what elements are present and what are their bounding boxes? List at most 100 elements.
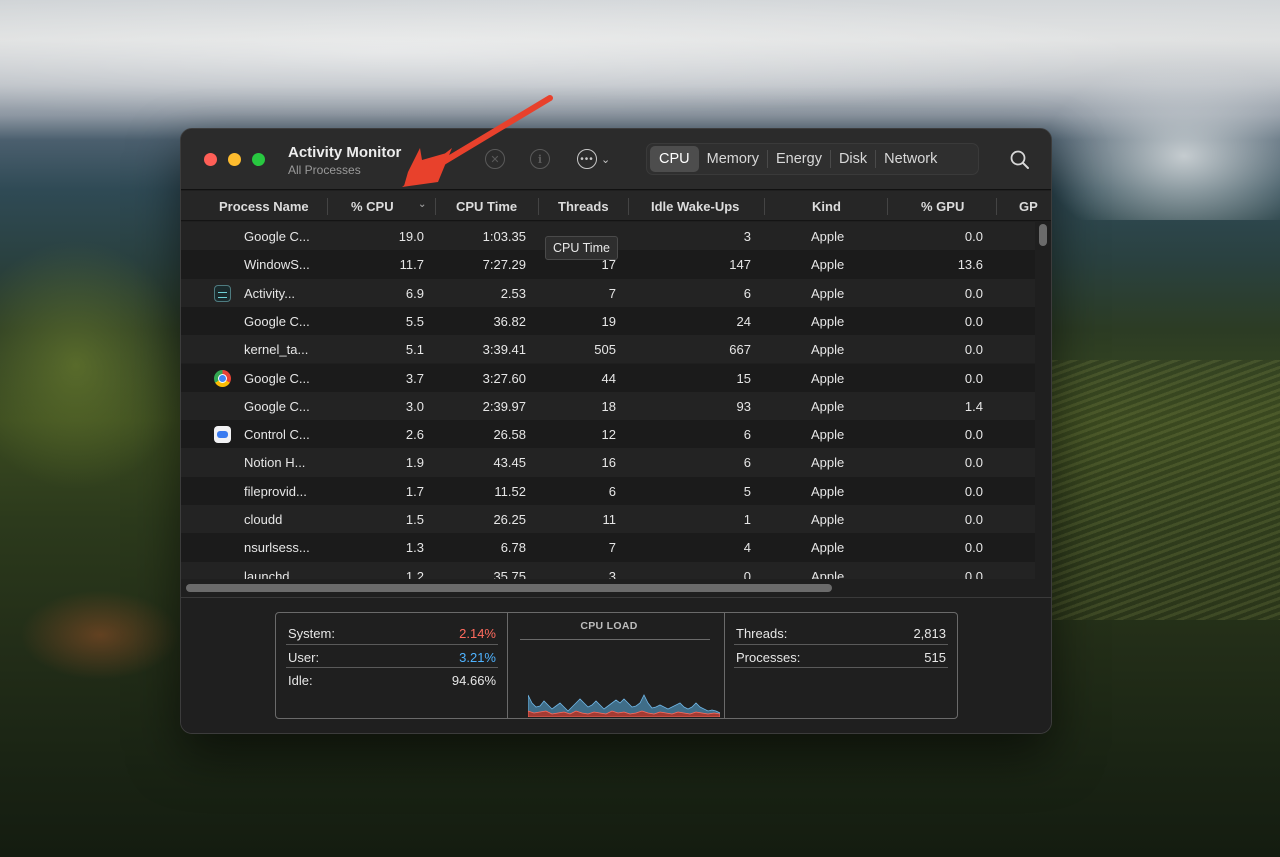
idle-wake-ups: 1	[743, 512, 751, 527]
cpu-time: 11.52	[494, 483, 526, 499]
column-divider[interactable]	[628, 198, 629, 215]
gpu-percent: 0.0	[964, 370, 983, 386]
process-name: fileprovid...	[244, 483, 307, 499]
col-process-name[interactable]: Process Name	[219, 199, 309, 214]
stat-label: Idle:	[288, 673, 313, 688]
cpu-percent: 6.9	[405, 285, 424, 301]
col-gpu-time[interactable]: GP	[1019, 199, 1038, 214]
footer: System: 2.14% User: 3.21% Idle: 94.66% C…	[181, 598, 1051, 733]
thread-count: 3	[608, 568, 616, 579]
table-row[interactable]: cloudd 1.5 26.25 11 1 Apple 0.0	[181, 505, 1035, 534]
gpu-percent: 13.6	[957, 257, 983, 273]
stat-label: Threads:	[736, 626, 788, 641]
column-divider[interactable]	[887, 198, 888, 215]
title-bar: Activity Monitor All Processes ✕ i ••• ⌄…	[181, 129, 1051, 190]
minimize-button[interactable]	[228, 153, 241, 166]
col-cpu-time[interactable]: CPU Time	[456, 199, 517, 214]
cpu-load-title: CPU LOAD	[580, 620, 638, 632]
window-subtitle[interactable]: All Processes	[288, 163, 361, 177]
process-name: Google C...	[244, 398, 310, 414]
column-divider[interactable]	[327, 198, 328, 215]
process-name: WindowS...	[244, 257, 310, 273]
process-name: kernel_ta...	[244, 342, 309, 358]
table-row[interactable]: Google C... 3.7 3:27.60 44 15 Apple 0.0	[181, 363, 1035, 392]
idle-wake-ups: 4	[743, 540, 751, 556]
process-table: Google C... 19.0 1:03.35 3 Apple 0.0 WindowS..…	[181, 222, 1035, 579]
process-kind: Apple	[811, 370, 845, 386]
column-divider[interactable]	[538, 198, 539, 215]
idle-wake-ups: 3	[743, 229, 751, 244]
idle-wake-ups: 93	[736, 398, 751, 414]
gpu-percent: 0.0	[964, 568, 983, 579]
thread-count: 11	[602, 512, 617, 527]
process-name: Notion H...	[244, 455, 306, 471]
column-divider[interactable]	[764, 198, 765, 215]
thread-count: 6	[608, 483, 616, 499]
cpu-time: 36.82	[493, 313, 526, 329]
table-row[interactable]: Notion H... 1.9 43.45 16 6 Apple 0.0	[181, 448, 1035, 477]
close-button[interactable]	[204, 153, 217, 166]
more-actions-button[interactable]: ••• ⌄	[577, 148, 619, 170]
zoom-button[interactable]	[252, 153, 265, 166]
stat-processes: Processes: 515	[734, 645, 948, 668]
gpu-percent: 1.4	[964, 398, 983, 414]
cpu-load-graph	[528, 694, 720, 717]
tooltip: CPU Time	[545, 236, 618, 260]
table-row[interactable]: Google C... 3.0 2:39.97 18 93 Apple 1.4	[181, 391, 1035, 421]
thread-count: 44	[601, 370, 616, 386]
table-row[interactable]: fileprovid... 1.7 11.52 6 5 Apple 0.0	[181, 476, 1035, 505]
process-kind: Apple	[811, 483, 845, 499]
stat-value: 94.66%	[451, 673, 496, 688]
stat-value: 2.14%	[459, 626, 496, 641]
table-row[interactable]: kernel_ta... 5.1 3:39.41 505 667 Apple 0.0	[181, 335, 1035, 364]
col-idle-wake-ups[interactable]: Idle Wake-Ups	[651, 199, 739, 214]
table-row[interactable]: Activity... 6.9 2.53 7 6 Apple 0.0	[181, 278, 1035, 307]
process-kind: Apple	[811, 568, 845, 579]
tab-network[interactable]: Network	[876, 146, 945, 172]
stat-label: System:	[288, 626, 335, 641]
annotation-arrow	[402, 95, 553, 187]
col-threads[interactable]: Threads	[558, 199, 609, 214]
tab-disk[interactable]: Disk	[831, 146, 875, 172]
tab-memory[interactable]: Memory	[699, 146, 767, 172]
gpu-percent: 0.0	[964, 427, 983, 443]
stat-value: 3.21%	[459, 649, 496, 665]
cpu-percent: 1.5	[405, 512, 424, 527]
table-row[interactable]: Google C... 5.5 36.82 19 24 Apple 0.0	[181, 306, 1035, 336]
stat-system: System: 2.14%	[286, 621, 498, 645]
control-center-icon	[214, 426, 231, 444]
process-kind: Apple	[811, 398, 845, 414]
ellipsis-circle-icon: •••	[577, 149, 597, 169]
process-name: cloudd	[244, 512, 283, 527]
gpu-percent: 0.0	[964, 483, 983, 499]
cpu-time: 2.53	[500, 285, 526, 301]
cpu-summary-panel: System: 2.14% User: 3.21% Idle: 94.66% C…	[275, 612, 958, 719]
stat-label: User:	[288, 649, 320, 665]
cpu-usage-stats: System: 2.14% User: 3.21% Idle: 94.66%	[286, 621, 498, 692]
table-row[interactable]: Control C... 2.6 26.58 12 6 Apple 0.0	[181, 420, 1035, 449]
stat-idle: Idle: 94.66%	[286, 668, 498, 692]
vertical-scrollbar[interactable]	[1039, 224, 1047, 246]
gpu-percent: 0.0	[964, 313, 983, 329]
tab-cpu[interactable]: CPU	[650, 146, 699, 172]
horizontal-scrollbar[interactable]	[186, 584, 832, 592]
activity-monitor-window: Activity Monitor All Processes ✕ i ••• ⌄…	[180, 128, 1052, 734]
stat-label: Processes:	[736, 649, 801, 665]
cpu-percent: 1.7	[405, 483, 424, 499]
column-divider[interactable]	[435, 198, 436, 215]
wallpaper-fog	[1040, 60, 1280, 220]
col-cpu[interactable]: % CPU	[351, 199, 394, 214]
process-name: Control C...	[244, 427, 310, 443]
col-gpu[interactable]: % GPU	[921, 199, 964, 214]
wallpaper-hill	[0, 240, 190, 490]
process-kind: Apple	[811, 257, 845, 273]
table-row[interactable]: nsurlsess... 1.3 6.78 7 4 Apple 0.0	[181, 533, 1035, 562]
cpu-time: 2:39.97	[482, 398, 526, 414]
table-row[interactable]: launchd 1.2 35.75 3 0 Apple 0.0	[181, 561, 1035, 579]
col-kind[interactable]: Kind	[812, 199, 841, 214]
tab-energy[interactable]: Energy	[768, 146, 830, 172]
column-divider[interactable]	[996, 198, 997, 215]
sort-chevron-icon: ⌄	[418, 199, 427, 210]
search-icon[interactable]	[1009, 149, 1031, 171]
thread-count: 18	[601, 398, 616, 414]
